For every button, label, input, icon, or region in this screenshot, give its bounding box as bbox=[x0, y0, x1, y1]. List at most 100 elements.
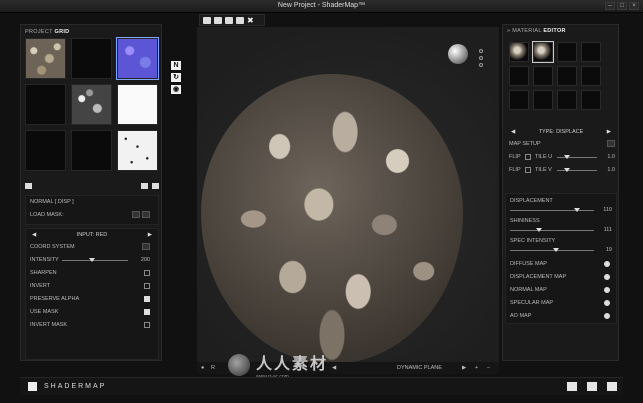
prev-arrow-icon[interactable]: ◀ bbox=[511, 126, 515, 138]
project-grid-header: PROJECT GRID bbox=[25, 29, 69, 35]
param-slider[interactable] bbox=[510, 228, 594, 232]
type-label: TYPE: DISPLACE bbox=[538, 129, 584, 135]
grid-cell-displacement[interactable] bbox=[71, 84, 112, 125]
slider-knob[interactable] bbox=[553, 248, 560, 252]
param-value: 110 bbox=[603, 207, 612, 213]
option-dot[interactable] bbox=[479, 63, 483, 67]
param-value: 19 bbox=[605, 247, 612, 253]
slider-knob[interactable] bbox=[574, 208, 581, 212]
material-slot[interactable] bbox=[581, 90, 601, 110]
material-slot[interactable] bbox=[533, 90, 553, 110]
material-slot[interactable] bbox=[509, 42, 529, 62]
material-editor-panel: » MATERIAL EDITOR ◀ TYPE: DISPLACE ▶ MAP… bbox=[502, 24, 619, 361]
slider-knob[interactable] bbox=[536, 228, 543, 232]
clear-mask-button[interactable] bbox=[142, 211, 150, 218]
setting-row: INVERT bbox=[26, 280, 158, 293]
map-toggle[interactable] bbox=[604, 261, 610, 267]
grid-side-tools: N ↻ ◉ bbox=[171, 61, 181, 94]
material-slot[interactable] bbox=[509, 90, 529, 110]
map-toggle[interactable] bbox=[604, 274, 610, 280]
option-dot[interactable] bbox=[479, 56, 483, 60]
close-button[interactable]: × bbox=[629, 2, 639, 10]
collapse-arrows-icon[interactable]: » bbox=[507, 28, 510, 34]
3d-viewport[interactable] bbox=[197, 27, 499, 364]
new-file-icon[interactable] bbox=[203, 16, 211, 24]
material-slot[interactable] bbox=[533, 66, 553, 86]
prev-arrow-icon[interactable]: ◀ bbox=[332, 365, 336, 371]
sphere-mode-icon[interactable]: ● bbox=[201, 365, 204, 371]
grid-cell-diffuse[interactable] bbox=[25, 38, 66, 79]
maximize-button[interactable]: □ bbox=[617, 2, 627, 10]
grid-cell-empty[interactable] bbox=[25, 130, 66, 171]
material-slot[interactable] bbox=[557, 90, 577, 110]
grid-view-icon[interactable] bbox=[25, 183, 32, 189]
minimize-button[interactable]: – bbox=[605, 2, 615, 10]
grid-cell-normal[interactable] bbox=[116, 37, 159, 80]
input-selector[interactable]: ◀ INPUT: RED ▶ bbox=[26, 229, 158, 241]
grid-cell-white[interactable] bbox=[117, 84, 158, 125]
map-toggle[interactable] bbox=[604, 287, 610, 293]
flip-v-checkbox[interactable] bbox=[525, 167, 531, 173]
save-map-icon[interactable] bbox=[152, 183, 159, 189]
setting-checkbox[interactable] bbox=[144, 270, 150, 276]
zoom-in-button[interactable]: + bbox=[475, 365, 478, 371]
header-prefix: MATERIAL bbox=[512, 28, 542, 34]
render-icon[interactable] bbox=[607, 382, 617, 391]
visibility-icon[interactable]: ◉ bbox=[171, 85, 181, 94]
open-file-icon[interactable] bbox=[214, 16, 222, 24]
coord-system-button[interactable] bbox=[142, 243, 150, 250]
next-arrow-icon[interactable]: ▶ bbox=[607, 126, 611, 138]
next-arrow-icon[interactable]: ▶ bbox=[148, 229, 152, 241]
material-slot[interactable] bbox=[509, 66, 529, 86]
slider-knob[interactable] bbox=[88, 258, 95, 262]
light-sphere-icon[interactable] bbox=[448, 44, 468, 64]
material-slot[interactable] bbox=[581, 66, 601, 86]
param-slider[interactable] bbox=[510, 208, 594, 212]
flip-u-checkbox[interactable] bbox=[525, 154, 531, 160]
map-setup-button[interactable] bbox=[607, 140, 615, 147]
setting-checkbox[interactable] bbox=[144, 322, 150, 328]
param-slider[interactable] bbox=[510, 248, 594, 252]
setting-checkbox[interactable] bbox=[144, 309, 150, 315]
next-arrow-icon[interactable]: ▶ bbox=[462, 365, 466, 371]
intensity-slider[interactable] bbox=[62, 258, 128, 262]
material-slot[interactable] bbox=[557, 42, 577, 62]
material-slot[interactable] bbox=[581, 42, 601, 62]
material-slot-selected[interactable] bbox=[532, 41, 554, 63]
material-slot[interactable] bbox=[557, 66, 577, 86]
setting-checkbox[interactable] bbox=[144, 283, 150, 289]
save-as-icon[interactable] bbox=[236, 16, 244, 24]
tile-u-slider[interactable] bbox=[557, 155, 597, 159]
grid-cell-mask[interactable] bbox=[117, 130, 158, 171]
save-icon[interactable] bbox=[225, 16, 233, 24]
cube-icon[interactable] bbox=[587, 382, 597, 391]
option-dot[interactable] bbox=[479, 49, 483, 53]
slider-knob[interactable] bbox=[564, 168, 570, 172]
setting-row: INVERT MASK bbox=[26, 319, 158, 332]
prev-arrow-icon[interactable]: ◀ bbox=[32, 229, 36, 241]
setting-checkbox[interactable] bbox=[144, 296, 150, 302]
slider-knob[interactable] bbox=[564, 155, 570, 159]
map-toggle[interactable] bbox=[604, 300, 610, 306]
load-mask-button[interactable] bbox=[132, 211, 140, 218]
bottom-icons bbox=[567, 382, 617, 391]
header-bold: EDITOR bbox=[543, 28, 566, 34]
monitor-icon[interactable] bbox=[567, 382, 577, 391]
grid-footer bbox=[25, 180, 159, 192]
map-label: NORMAL MAP bbox=[510, 287, 547, 293]
map-row: DISPLACEMENT MAP bbox=[506, 271, 616, 284]
type-selector-box: ◀ TYPE: DISPLACE ▶ MAP SETUP FLIP TILE U… bbox=[505, 126, 617, 177]
tools-icon[interactable]: ✖ bbox=[247, 16, 255, 24]
grid-cell-empty[interactable] bbox=[71, 38, 112, 79]
type-selector[interactable]: ◀ TYPE: DISPLACE ▶ bbox=[505, 126, 617, 138]
map-info-box: NORMAL [ DISP ] LOAD MASK: bbox=[25, 195, 159, 225]
grid-cell-empty[interactable] bbox=[25, 84, 66, 125]
grid-cell-empty[interactable] bbox=[71, 130, 112, 171]
setting-label: PRESERVE ALPHA bbox=[30, 296, 80, 302]
refresh-icon[interactable]: ↻ bbox=[171, 73, 181, 82]
folder-icon[interactable] bbox=[141, 183, 148, 189]
zoom-out-button[interactable]: – bbox=[487, 365, 490, 371]
tile-v-slider[interactable] bbox=[557, 168, 597, 172]
new-map-icon[interactable]: N bbox=[171, 61, 181, 70]
map-toggle[interactable] bbox=[604, 313, 610, 319]
